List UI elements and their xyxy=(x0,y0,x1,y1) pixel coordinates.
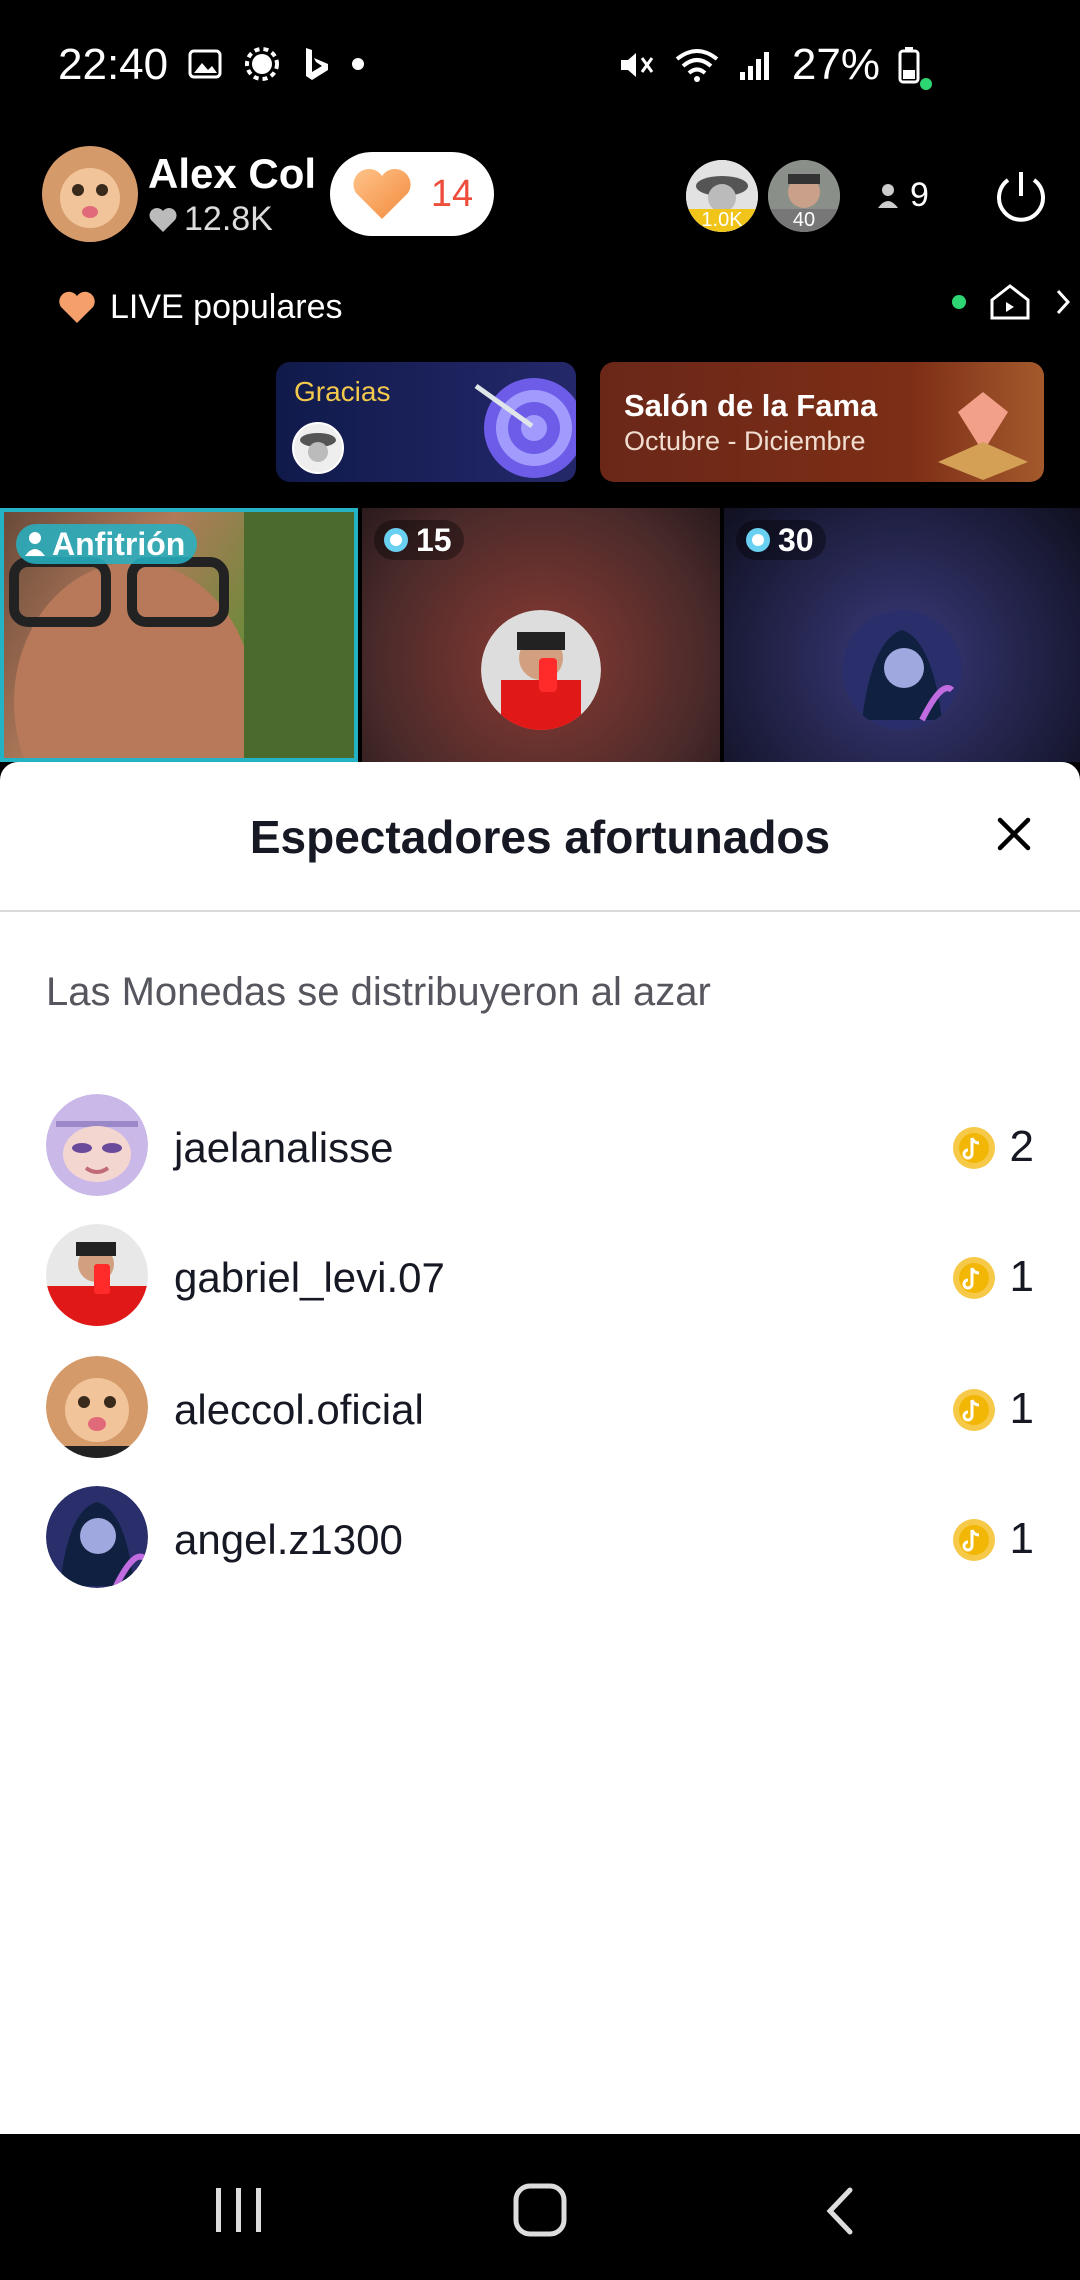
live-popular-link[interactable]: LIVE populares xyxy=(58,288,343,327)
live-popular-label: LIVE populares xyxy=(110,288,343,326)
coin-amount: 2 xyxy=(1009,1122,1034,1171)
avatar xyxy=(46,1224,148,1326)
gallery-icon xyxy=(188,49,222,79)
list-item[interactable]: angel.z1300 1 xyxy=(0,1482,1080,1592)
guest-video-tile-2[interactable]: 30 xyxy=(724,508,1080,762)
avatar xyxy=(46,1094,148,1196)
guest-2-score-pill: 30 xyxy=(736,520,826,560)
guest-1-avatar xyxy=(481,610,601,730)
guest-1-score-pill: 15 xyxy=(374,520,464,560)
sheet-subtitle: Las Monedas se distribuyeron al azar xyxy=(46,970,711,1014)
gem-icon xyxy=(384,528,408,552)
coin-icon xyxy=(953,1257,995,1299)
coin-amount: 1 xyxy=(1009,1514,1034,1563)
wifi-icon xyxy=(675,49,719,82)
avatar xyxy=(46,1486,148,1588)
username: gabriel_levi.07 xyxy=(174,1254,445,1301)
heart-count: 14 xyxy=(430,172,474,215)
power-icon[interactable] xyxy=(990,166,1052,228)
host-avatar[interactable] xyxy=(42,146,138,242)
status-bar: 22:40 27% xyxy=(0,0,1080,140)
username: angel.z1300 xyxy=(174,1516,403,1563)
thanks-banner[interactable]: Gracias xyxy=(276,362,576,482)
coin-icon xyxy=(953,1519,995,1561)
person-icon xyxy=(878,183,898,208)
close-icon[interactable] xyxy=(994,814,1034,854)
heart-icon xyxy=(59,291,95,323)
mute-icon xyxy=(620,53,654,77)
recent-apps-icon[interactable] xyxy=(210,2184,268,2236)
coin-icon xyxy=(953,1389,995,1431)
list-item[interactable]: gabriel_levi.07 1 xyxy=(0,1220,1080,1330)
guest-2-avatar xyxy=(842,610,962,730)
viewer-badge-1: 1.0K xyxy=(686,209,758,232)
heart-outline-icon xyxy=(149,207,177,232)
coin-icon xyxy=(953,1127,995,1169)
hall-of-fame-title: Salón de la Fama xyxy=(624,388,878,423)
list-item[interactable]: aleccol.oficial 1 xyxy=(0,1352,1080,1462)
coin-amount: 1 xyxy=(1009,1252,1034,1301)
back-icon[interactable] xyxy=(820,2184,860,2238)
person-icon xyxy=(25,532,45,556)
viewer-badge-2: 40 xyxy=(768,209,840,232)
gem-icon xyxy=(746,528,770,552)
settings-gear-icon xyxy=(245,47,279,81)
guest-1-score: 15 xyxy=(416,521,452,558)
battery-icon xyxy=(898,47,920,84)
signal-icon xyxy=(739,52,769,80)
username: jaelanalisse xyxy=(174,1124,394,1171)
thanks-avatar xyxy=(292,422,344,474)
username: aleccol.oficial xyxy=(174,1386,424,1433)
home-icon[interactable] xyxy=(988,282,1032,322)
online-dot xyxy=(952,295,966,309)
home-button-icon[interactable] xyxy=(510,2182,570,2238)
status-right: 27% xyxy=(618,40,920,90)
chevron-right-icon[interactable] xyxy=(1054,287,1072,317)
status-time: 22:40 xyxy=(58,40,169,89)
notification-icons xyxy=(188,46,364,82)
heart-gift-button[interactable]: 14 xyxy=(330,152,494,236)
host-video-tile[interactable]: Anfitrión xyxy=(0,508,358,762)
guest-video-tile-1[interactable]: 15 xyxy=(362,508,720,762)
lucky-viewers-sheet: Espectadores afortunados Las Monedas se … xyxy=(0,762,1080,2134)
hall-of-fame-banner[interactable]: Salón de la Fama Octubre - Diciembre xyxy=(600,362,1044,482)
host-tile-label-text: Anfitrión xyxy=(52,525,186,562)
privacy-indicator-dot xyxy=(920,78,932,90)
viewer-count[interactable]: 9 xyxy=(876,176,929,215)
sheet-title: Espectadores afortunados xyxy=(249,811,831,863)
sheet-divider xyxy=(0,910,1080,912)
more-notifications-dot xyxy=(352,58,364,70)
top-viewer-avatar-1[interactable]: 1.0K xyxy=(686,160,758,232)
battery-percent: 27% xyxy=(791,40,880,89)
heart-icon xyxy=(353,168,411,219)
host-tile-label: Anfitrión xyxy=(16,524,198,564)
host-name[interactable]: Alex Col xyxy=(148,150,316,198)
host-likes: 12.8K xyxy=(148,200,273,239)
bing-icon xyxy=(306,48,328,80)
guest-2-score: 30 xyxy=(778,521,814,558)
host-likes-count: 12.8K xyxy=(184,200,273,238)
thanks-label: Gracias xyxy=(294,376,391,407)
target-icon xyxy=(474,378,576,478)
hall-of-fame-subtitle: Octubre - Diciembre xyxy=(624,426,866,456)
live-tools xyxy=(952,282,1072,322)
top-viewer-avatar-2[interactable]: 40 xyxy=(768,160,840,232)
avatar xyxy=(46,1356,148,1458)
list-item[interactable]: jaelanalisse 2 xyxy=(0,1090,1080,1200)
viewer-count-number: 9 xyxy=(910,176,929,214)
coin-amount: 1 xyxy=(1009,1384,1034,1433)
trophy-gem-icon xyxy=(938,392,1028,480)
system-nav-bar xyxy=(0,2134,1080,2280)
